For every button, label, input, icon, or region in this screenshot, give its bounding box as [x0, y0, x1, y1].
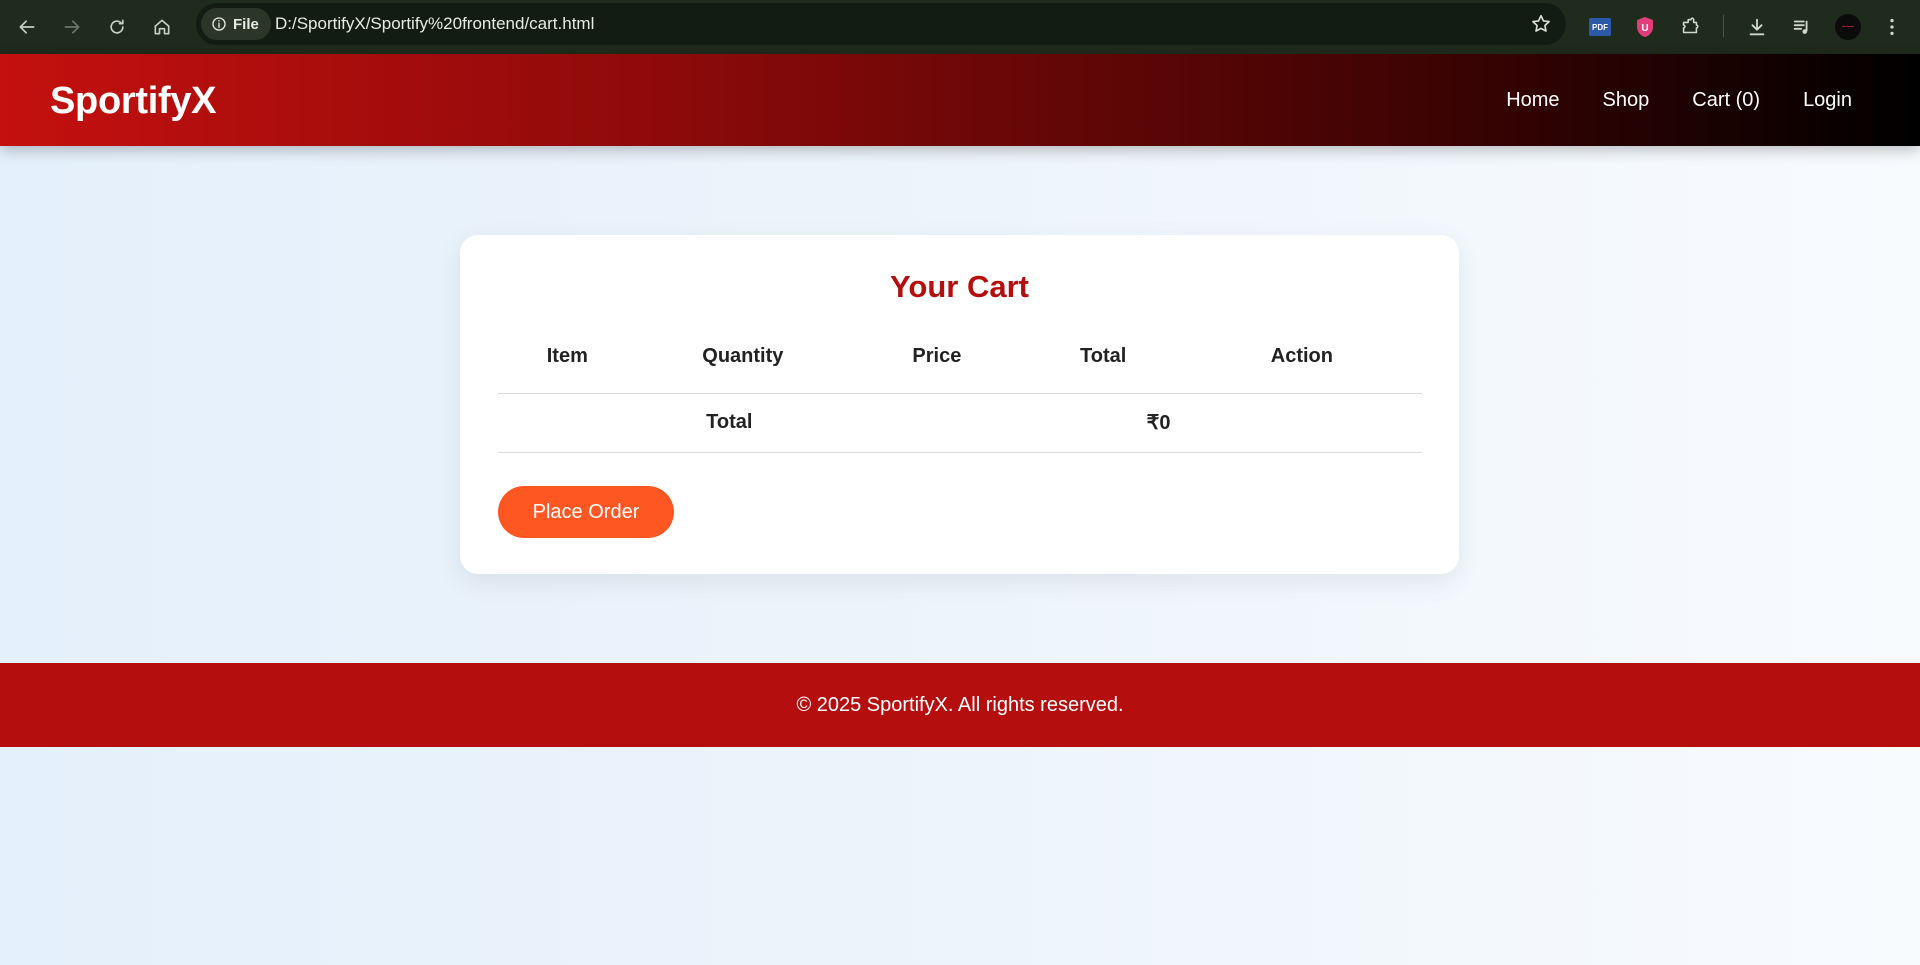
home-icon [154, 19, 170, 35]
nav-shop-link[interactable]: Shop [1603, 89, 1650, 112]
page-title: Your Cart [890, 269, 1029, 304]
puzzle-icon [1682, 17, 1699, 34]
cart-card: Your Cart Item Quantity Price Total Acti… [460, 235, 1459, 574]
main-nav: Home Shop Cart (0) Login [1506, 89, 1852, 112]
site-info-chip[interactable]: File [201, 8, 271, 40]
media-controls-button[interactable] [1786, 11, 1818, 43]
ublock-extension-button[interactable]: U [1629, 11, 1661, 43]
site-chip-label: File [233, 15, 259, 33]
ublock-label: U [1641, 23, 1648, 34]
column-header-price: Price [849, 345, 1025, 394]
table-row: Total ₹0 [498, 393, 1422, 453]
profile-button[interactable]: ~~~ [1832, 11, 1864, 43]
column-header-item: Item [498, 345, 637, 394]
star-icon [1532, 14, 1550, 32]
nav-home-link[interactable]: Home [1506, 89, 1559, 112]
arrow-right-icon [64, 20, 80, 34]
pdf-icon: PDF [1589, 18, 1611, 36]
total-label-text: Total [706, 411, 753, 433]
reload-icon [110, 19, 124, 34]
address-bar[interactable]: File D:/SportifyX/Sportify%20frontend/ca… [196, 3, 1566, 45]
more-vertical-icon [1890, 18, 1894, 36]
home-button[interactable] [146, 11, 178, 43]
browser-menu-button[interactable] [1876, 11, 1908, 43]
column-header-quantity: Quantity [636, 345, 850, 394]
footer-copyright: © 2025 SportifyX. All rights reserved. [796, 693, 1124, 716]
download-icon [1749, 18, 1765, 36]
bookmark-button[interactable] [1530, 13, 1552, 40]
column-header-total: Total [1024, 345, 1182, 394]
downloads-button[interactable] [1741, 11, 1773, 43]
pdf-extension-button[interactable]: PDF [1584, 11, 1616, 43]
table-header-row: Item Quantity Price Total Action [498, 345, 1422, 394]
info-icon [212, 17, 226, 31]
cart-table: Item Quantity Price Total Action Total ₹… [498, 345, 1422, 453]
total-value: ₹0 [1024, 393, 1422, 453]
site-footer: © 2025 SportifyX. All rights reserved. [0, 663, 1920, 747]
extensions-button[interactable] [1674, 11, 1706, 43]
browser-toolbar: File D:/SportifyX/Sportify%20frontend/ca… [0, 0, 1920, 54]
place-order-button[interactable]: Place Order [498, 486, 674, 538]
page-viewport: SportifyX Home Shop Cart (0) Login Your … [0, 54, 1920, 965]
ublock-shield-icon: U [1637, 17, 1653, 37]
nav-cart-link[interactable]: Cart (0) [1692, 89, 1760, 112]
playlist-icon [1793, 20, 1808, 34]
arrow-left-icon [19, 20, 35, 34]
avatar: ~~~ [1835, 14, 1861, 40]
brand-logo[interactable]: SportifyX [50, 80, 217, 123]
total-label: Total [498, 393, 1025, 453]
toolbar-divider [1723, 15, 1724, 37]
back-button[interactable] [11, 11, 43, 43]
url-text[interactable]: D:/SportifyX/Sportify%20frontend/cart.ht… [275, 14, 594, 34]
reload-button[interactable] [101, 11, 133, 43]
forward-button[interactable] [56, 11, 88, 43]
column-header-action: Action [1181, 345, 1422, 394]
nav-login-link[interactable]: Login [1803, 89, 1852, 112]
site-header: SportifyX Home Shop Cart (0) Login [0, 54, 1920, 146]
